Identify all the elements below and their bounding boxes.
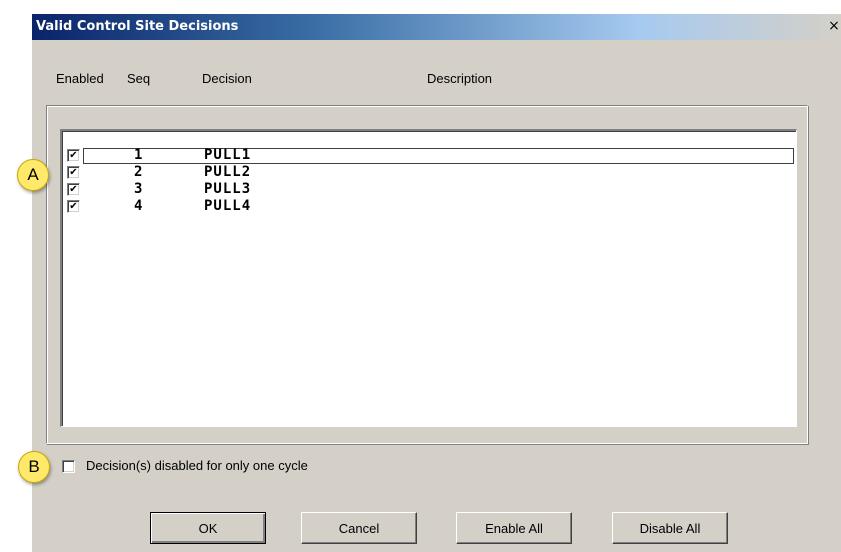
ok-button[interactable]: OK <box>150 512 266 544</box>
column-header-description: Description <box>427 71 493 86</box>
one-cycle-label[interactable]: Decision(s) disabled for only one cycle <box>86 458 308 473</box>
close-icon[interactable]: × <box>827 18 841 34</box>
callout-a-marker: A <box>17 159 49 191</box>
decision-value: PULL2 <box>204 164 252 180</box>
column-header-seq: Seq <box>127 71 151 86</box>
enabled-checkbox[interactable]: ✔ <box>67 166 80 179</box>
decision-value: PULL1 <box>204 147 252 163</box>
window-title: Valid Control Site Decisions <box>36 19 239 34</box>
enable-all-button[interactable]: Enable All <box>456 512 572 544</box>
title-bar[interactable]: Valid Control Site Decisions <box>32 14 841 40</box>
decisions-list[interactable]: ✔ 1 PULL1 ✔ 2 PULL2 ✔ 3 PULL3 ✔ 4 PULL4 <box>60 129 797 427</box>
one-cycle-checkbox[interactable] <box>62 460 75 473</box>
enabled-checkbox[interactable]: ✔ <box>67 200 80 213</box>
seq-value: 2 <box>134 164 143 180</box>
decision-value: PULL4 <box>204 198 252 214</box>
column-header-decision: Decision <box>202 71 252 86</box>
list-item[interactable]: ✔ 1 PULL1 <box>62 148 796 164</box>
list-item[interactable]: ✔ 2 PULL2 <box>62 165 796 181</box>
disable-all-button[interactable]: Disable All <box>612 512 728 544</box>
seq-value: 3 <box>134 181 143 197</box>
column-header-enabled: Enabled <box>56 71 104 86</box>
callout-b-marker: B <box>18 451 50 483</box>
list-item[interactable]: ✔ 4 PULL4 <box>62 199 796 215</box>
decision-value: PULL3 <box>204 181 252 197</box>
seq-value: 4 <box>134 198 143 214</box>
enabled-checkbox[interactable]: ✔ <box>67 183 80 196</box>
cancel-button[interactable]: Cancel <box>301 512 417 544</box>
list-item[interactable]: ✔ 3 PULL3 <box>62 182 796 198</box>
focus-rectangle <box>83 148 794 164</box>
seq-value: 1 <box>134 147 143 163</box>
enabled-checkbox[interactable]: ✔ <box>67 149 80 162</box>
